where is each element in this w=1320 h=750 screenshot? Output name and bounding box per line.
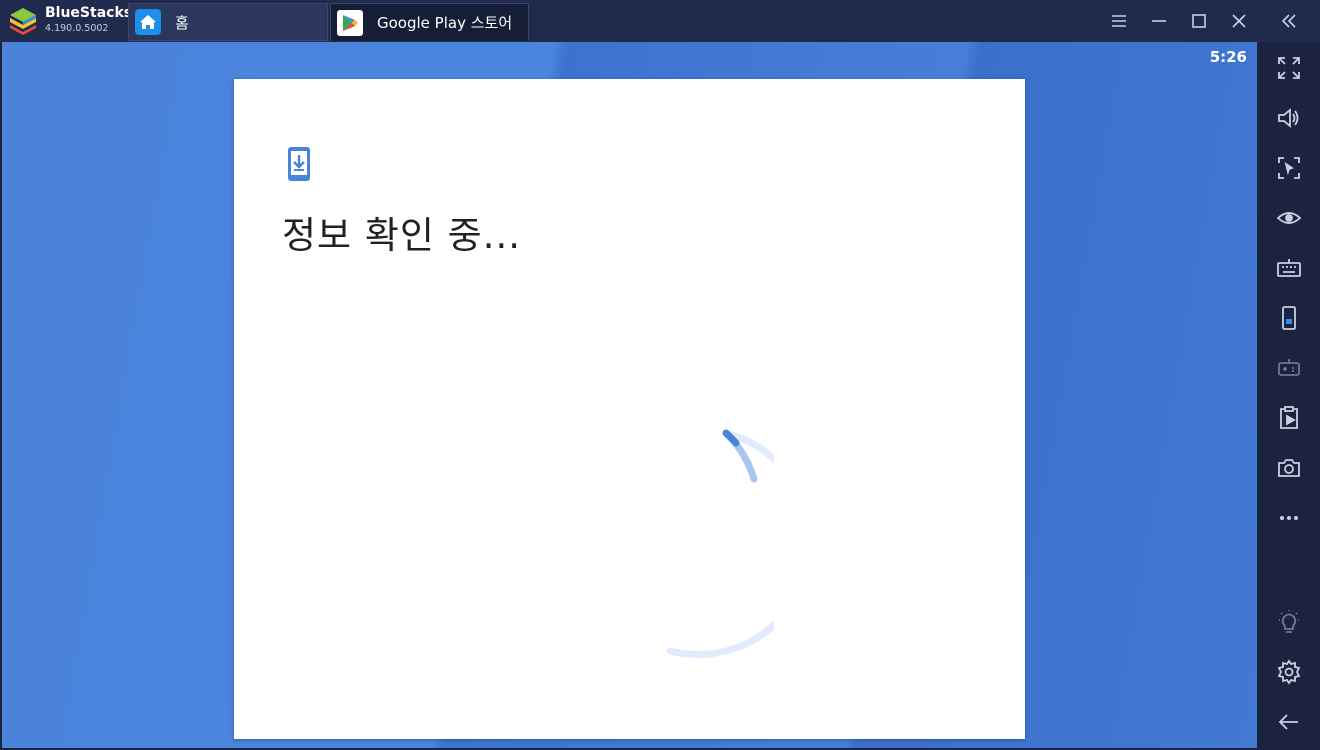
loading-spinner [666, 429, 774, 659]
maximize-icon[interactable] [1188, 10, 1210, 32]
google-play-icon [337, 9, 363, 36]
eye-icon[interactable] [1274, 203, 1304, 233]
tab-google-play-label: Google Play 스토어 [377, 14, 513, 32]
menu-icon[interactable] [1108, 10, 1130, 32]
app-name: BlueStacks [45, 5, 133, 21]
more-icon[interactable] [1274, 503, 1304, 533]
gamepad-icon[interactable] [1274, 353, 1304, 383]
tab-google-play[interactable]: Google Play 스토어 [330, 3, 529, 41]
pointer-lock-icon[interactable] [1274, 153, 1304, 183]
checking-info-dialog: 정보 확인 중... [234, 79, 1025, 739]
close-icon[interactable] [1228, 10, 1250, 32]
android-screen[interactable]: 5:26 정보 확인 중... [2, 42, 1257, 748]
collapse-sidebar-icon[interactable] [1278, 10, 1300, 32]
sidebar-toolbar [1259, 42, 1320, 750]
bluestacks-logo [10, 8, 36, 35]
phone-rotate-icon[interactable] [1274, 303, 1304, 333]
status-clock: 5:26 [1209, 48, 1247, 66]
keyboard-icon[interactable] [1274, 253, 1304, 283]
back-arrow-icon[interactable] [1274, 707, 1304, 737]
tab-home-label: 홈 [175, 13, 189, 32]
multi-instance-icon[interactable] [1274, 403, 1304, 433]
home-icon [135, 9, 161, 35]
settings-icon[interactable] [1274, 657, 1304, 687]
tab-home[interactable]: 홈 [128, 3, 328, 41]
title-bar: BlueStacks 4.190.0.5002 홈 Google Play 스토… [0, 0, 1320, 42]
dialog-title: 정보 확인 중... [282, 214, 522, 257]
app-version: 4.190.0.5002 [45, 23, 109, 34]
phone-download-icon [288, 147, 310, 181]
volume-icon[interactable] [1274, 103, 1304, 133]
fullscreen-icon[interactable] [1274, 53, 1304, 83]
camera-icon[interactable] [1274, 453, 1304, 483]
minimize-icon[interactable] [1148, 10, 1170, 32]
lightbulb-icon[interactable] [1274, 607, 1304, 637]
